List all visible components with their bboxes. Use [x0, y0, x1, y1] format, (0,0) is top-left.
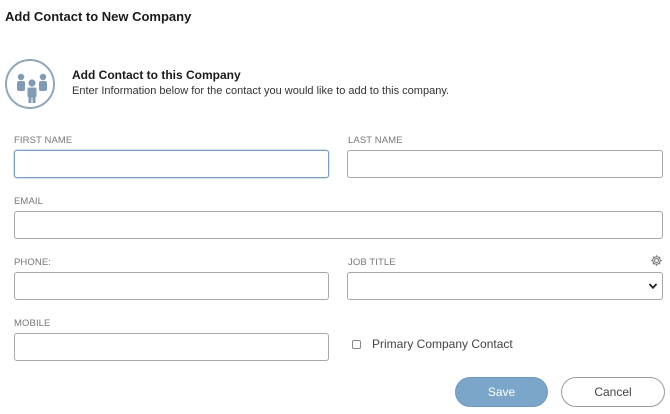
- job-title-label: JOB TITLE: [348, 257, 396, 268]
- last-name-field[interactable]: [347, 150, 663, 178]
- save-button[interactable]: Save: [455, 377, 548, 407]
- dialog-title: Add Contact to New Company: [5, 9, 192, 24]
- email-label: EMAIL: [14, 196, 44, 207]
- gear-icon[interactable]: [650, 254, 663, 267]
- email-field[interactable]: [14, 211, 663, 239]
- primary-contact-checkbox[interactable]: [352, 340, 361, 349]
- people-group-icon: [5, 59, 55, 109]
- first-name-label: FIRST NAME: [14, 135, 73, 146]
- cancel-button[interactable]: Cancel: [561, 377, 665, 407]
- first-name-field[interactable]: [14, 150, 329, 178]
- mobile-label: MOBILE: [14, 318, 51, 329]
- job-title-select[interactable]: [347, 272, 663, 300]
- section-description: Enter Information below for the contact …: [72, 85, 450, 97]
- section-title: Add Contact to this Company: [72, 68, 241, 82]
- phone-label: PHONE:: [14, 257, 52, 268]
- last-name-label: LAST NAME: [348, 135, 403, 146]
- mobile-field[interactable]: [14, 333, 329, 361]
- phone-field[interactable]: [14, 272, 329, 300]
- primary-contact-label[interactable]: Primary Company Contact: [372, 337, 513, 351]
- chevron-down-icon: [648, 283, 658, 290]
